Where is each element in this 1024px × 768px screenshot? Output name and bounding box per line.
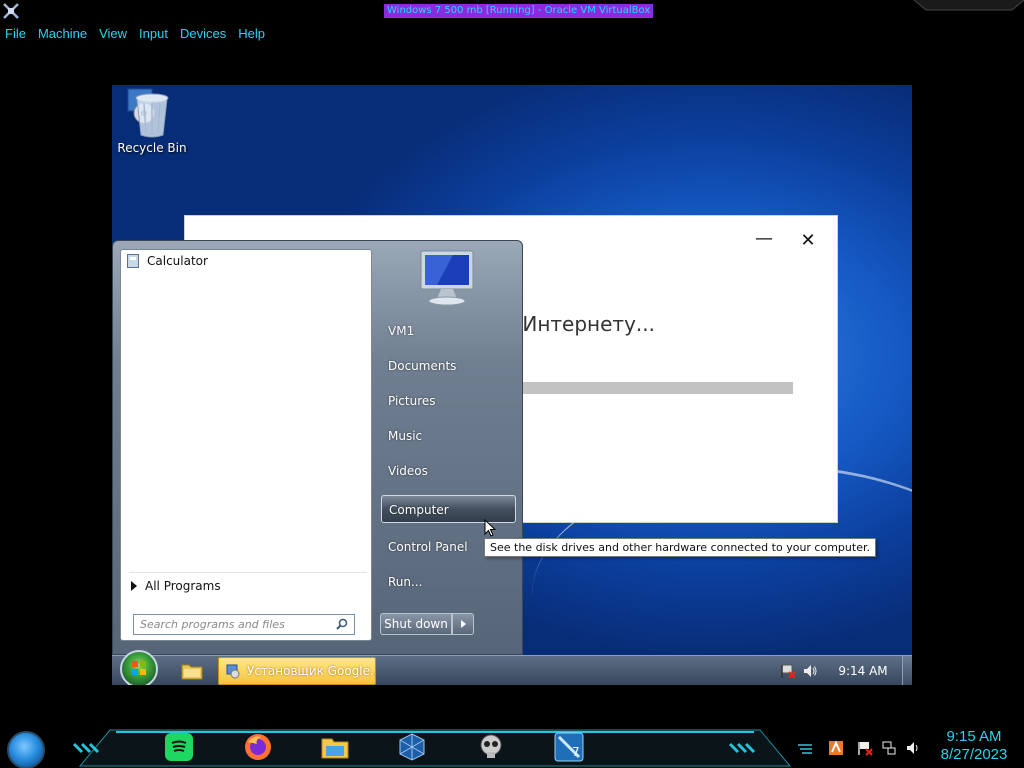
start-item-music[interactable]: Music <box>381 422 516 450</box>
search-input[interactable] <box>140 617 330 632</box>
volume-icon[interactable] <box>802 663 818 679</box>
menu-machine[interactable]: Machine <box>38 24 87 44</box>
menu-help[interactable]: Help <box>238 24 265 44</box>
desktop-icon-label: Recycle Bin <box>117 141 187 155</box>
installer-app-icon <box>226 664 240 679</box>
virtualbox-app-icon[interactable] <box>2 2 20 20</box>
network-icon[interactable] <box>881 740 897 756</box>
menu-view[interactable]: View <box>99 24 127 44</box>
computer-monitor-icon <box>420 250 474 306</box>
recycle-bin-icon <box>135 93 169 138</box>
host-window-title: Windows 7 500 mb [Running] - Oracle VM V… <box>384 4 654 18</box>
all-programs-button[interactable]: All Programs <box>131 579 221 593</box>
mouse-cursor-icon <box>484 519 496 537</box>
vbox-menubar: File Machine View Input Devices Help <box>0 24 272 44</box>
search-icon[interactable] <box>336 618 348 630</box>
spotify-icon[interactable] <box>164 732 194 762</box>
firefox-icon[interactable] <box>243 732 273 762</box>
program-label: Calculator <box>147 254 208 268</box>
host-clock[interactable]: 9:15 AM 8/27/2023 <box>930 728 1018 764</box>
guest-clock[interactable]: 9:14 AM <box>828 656 898 685</box>
desktop-icon-recycle-bin[interactable]: Recycle Bin <box>112 91 192 155</box>
file-explorer-icon[interactable] <box>320 732 350 762</box>
show-desktop-button[interactable] <box>902 656 912 685</box>
start-item-vm1[interactable]: VM1 <box>381 317 516 345</box>
start-item-pictures[interactable]: Pictures <box>381 387 516 415</box>
volume-icon[interactable] <box>905 740 921 756</box>
tray-app-icon[interactable] <box>828 740 844 756</box>
menu-devices[interactable]: Devices <box>180 24 226 44</box>
start-button[interactable] <box>120 650 158 685</box>
title-decoration <box>914 0 1024 11</box>
taskbar-item-google-installer[interactable]: Установщик Google... <box>218 657 376 685</box>
triangle-right-icon <box>131 581 137 591</box>
start-item-videos[interactable]: Videos <box>381 457 516 485</box>
host-clock-time: 9:15 AM <box>946 728 1002 745</box>
close-button[interactable]: ✕ <box>799 232 817 250</box>
divider <box>129 572 367 573</box>
svg-text:7: 7 <box>572 745 580 759</box>
show-desktop-lines-icon[interactable] <box>797 740 813 756</box>
guest-taskbar: Установщик Google... 9:14 AM <box>112 650 912 685</box>
start-menu-programs-pane: Calculator All Programs <box>120 249 372 641</box>
all-programs-label: All Programs <box>145 579 221 593</box>
tooltip: See the disk drives and other hardware c… <box>484 538 876 557</box>
host-clock-date: 8/27/2023 <box>940 746 1008 763</box>
minimize-button[interactable]: — <box>755 230 773 250</box>
menu-file[interactable]: File <box>5 24 26 44</box>
windows-explorer-icon[interactable] <box>180 660 204 682</box>
shutdown-options-button[interactable] <box>452 613 474 635</box>
start-menu: Calculator All Programs Search programs … <box>112 240 523 655</box>
guest-desktop[interactable]: Recycle Bin — ✕ к Интернету... Calculato… <box>112 85 912 685</box>
calculator-icon <box>127 254 139 268</box>
skull-app-icon[interactable] <box>476 732 506 762</box>
shutdown-button[interactable]: Shut down <box>380 613 452 635</box>
action-center-flag-icon[interactable] <box>857 740 873 756</box>
taskbar-item-label: Установщик Google... <box>247 664 376 678</box>
program-calculator[interactable]: Calculator <box>127 254 208 268</box>
screen: Windows 7 500 mb [Running] - Oracle VM V… <box>0 0 1024 768</box>
start-item-documents[interactable]: Documents <box>381 352 516 380</box>
start-item-run[interactable]: Run... <box>381 568 516 596</box>
search-box[interactable] <box>133 614 355 635</box>
host-start-button[interactable] <box>7 731 45 768</box>
windows7-vm-icon[interactable]: 7 <box>554 732 584 762</box>
host-titlebar: Windows 7 500 mb [Running] - Oracle VM V… <box>0 0 1024 22</box>
action-center-flag-icon[interactable] <box>780 663 796 679</box>
menu-input[interactable]: Input <box>139 24 168 44</box>
virtualbox-icon[interactable] <box>397 732 427 762</box>
windows-logo-icon <box>132 661 146 675</box>
